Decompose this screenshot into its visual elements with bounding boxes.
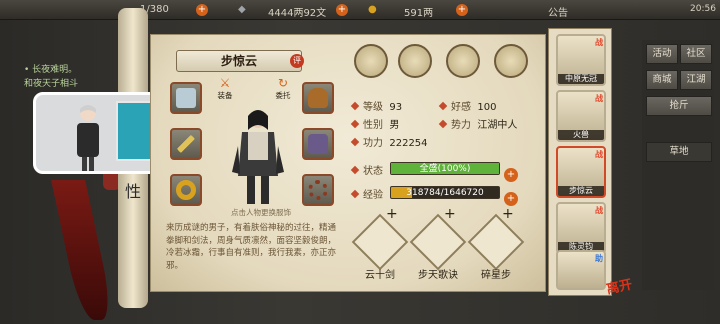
equip-slot-helmet[interactable] (302, 82, 334, 114)
gold-icon: ● (368, 4, 377, 15)
roster-card-4[interactable]: 战 陈灵钧 (556, 202, 606, 254)
roster-card-3[interactable]: 战 步惊云 (556, 146, 606, 198)
status-label: 状态 (350, 162, 383, 177)
roster-card-1[interactable]: 战 中原无冠 (556, 34, 606, 86)
roster-card-2[interactable]: 战 火兽 (556, 90, 606, 142)
sword-up-icon: ⚔ (219, 76, 231, 90)
faction-value: 江湖中人 (477, 120, 518, 131)
beads-icon (308, 180, 328, 200)
exp-bar: 318784/1646720 (390, 186, 500, 199)
sword-icon (176, 134, 196, 154)
meridian-icon[interactable] (494, 44, 528, 78)
roster-card-label: 中原无冠 (558, 74, 604, 84)
favor-stat: 好感 100 (438, 98, 497, 113)
menu-jianghu[interactable]: 江湖 (680, 70, 712, 90)
game-screen: 1/380 + ◆ 4444两92文 + ● 591两 + 公告 20:56 •… (0, 0, 720, 324)
rod-character: 性 (124, 182, 141, 201)
skill-label-1: 云十剑 (365, 270, 395, 281)
video-overlay[interactable] (33, 92, 165, 174)
skill-label-3: 碎星步 (481, 270, 511, 281)
equip-slot-ring[interactable] (170, 174, 202, 206)
comment-button[interactable]: 评 (290, 54, 304, 68)
equip-action-label: 装备 (217, 91, 233, 100)
treasure-icon[interactable] (398, 44, 432, 78)
gold-counter: 591两 (404, 8, 434, 19)
power-value: 222254 (389, 138, 428, 149)
menu-shop[interactable]: 商城 (646, 70, 678, 90)
menu-community[interactable]: 社区 (680, 44, 712, 64)
status-value: 全盛(100%) (419, 164, 471, 174)
equip-slot-beads[interactable] (302, 174, 334, 206)
faction-stat: 势力 江湖中人 (438, 116, 518, 131)
power-stat: 功力 222254 (350, 134, 428, 149)
ring-icon (176, 180, 196, 200)
resource-bar: 1/380 + ◆ 4444两92文 + ● 591两 + 公告 20:56 (0, 0, 720, 20)
exp-value: 318784/1646720 (406, 188, 484, 198)
close-button[interactable]: 离开 (604, 274, 634, 297)
equip-action[interactable]: ⚔ 装备 (212, 76, 238, 101)
status-bar: 全盛(100%) (390, 162, 500, 175)
exp-label: 经验 (350, 186, 383, 201)
refresh-icon: ↻ (277, 76, 289, 90)
backdrop-text-1: • 长夜难明。 (24, 65, 78, 75)
hero-name: 步惊云 (176, 50, 302, 72)
silver-icon: ◆ (238, 4, 246, 15)
bracer-icon (176, 88, 196, 108)
clock: 20:56 (690, 4, 716, 14)
skill-label-2: 步天歌诀 (418, 270, 458, 281)
delegate-action-label: 委托 (275, 91, 291, 100)
hero-biography: 来历成谜的男子，有着肤俗神秘的过往，精通拳脚和剑法，周身气质凛然，面容坚毅俊朗，… (166, 223, 337, 271)
menu-activity[interactable]: 活动 (646, 44, 678, 64)
level-value: 93 (389, 102, 403, 113)
scroll-tassel (51, 180, 115, 320)
menu-map[interactable]: 草地 (646, 142, 712, 162)
silver-add-button[interactable]: + (336, 4, 348, 16)
change-outfit-hint: 点击人物更换服饰 (231, 208, 291, 217)
armor-icon (308, 134, 328, 154)
skill-plus-2[interactable]: + (444, 206, 456, 222)
roster-card-label: 步惊云 (558, 186, 604, 196)
gender-value: 男 (389, 120, 400, 131)
favor-value: 100 (477, 102, 497, 113)
level-stat: 等级 93 (350, 98, 403, 113)
presenter-figure (77, 105, 99, 171)
gender-stat: 性别 男 (350, 116, 400, 131)
equip-slot-sword[interactable] (170, 128, 202, 160)
equip-slot-armor[interactable] (302, 128, 334, 160)
gold-add-button[interactable]: + (456, 4, 468, 16)
skill-plus-1[interactable]: + (386, 206, 398, 222)
silver-counter: 4444两92文 (268, 8, 327, 19)
backdrop-text-2: 和夜天子相斗 (24, 79, 79, 89)
menu-tab[interactable]: 抢斤 (646, 96, 712, 116)
equip-slot-weapon[interactable] (170, 82, 202, 114)
roster-card-label: 火兽 (558, 130, 604, 140)
taiji-icon[interactable] (446, 44, 480, 78)
exp-add-button[interactable]: + (504, 186, 518, 206)
gem-add-button[interactable]: + (196, 4, 208, 16)
skill-book-icon[interactable] (354, 44, 388, 78)
status-add-button[interactable]: + (504, 162, 518, 182)
announcement-button[interactable]: 公告 (548, 4, 568, 19)
delegate-action[interactable]: ↻ 委托 (270, 76, 296, 101)
roster-card-5[interactable]: 助 (556, 250, 606, 290)
helmet-icon (308, 88, 328, 108)
skill-plus-3[interactable]: + (502, 206, 514, 222)
hero-portrait[interactable] (228, 106, 288, 206)
